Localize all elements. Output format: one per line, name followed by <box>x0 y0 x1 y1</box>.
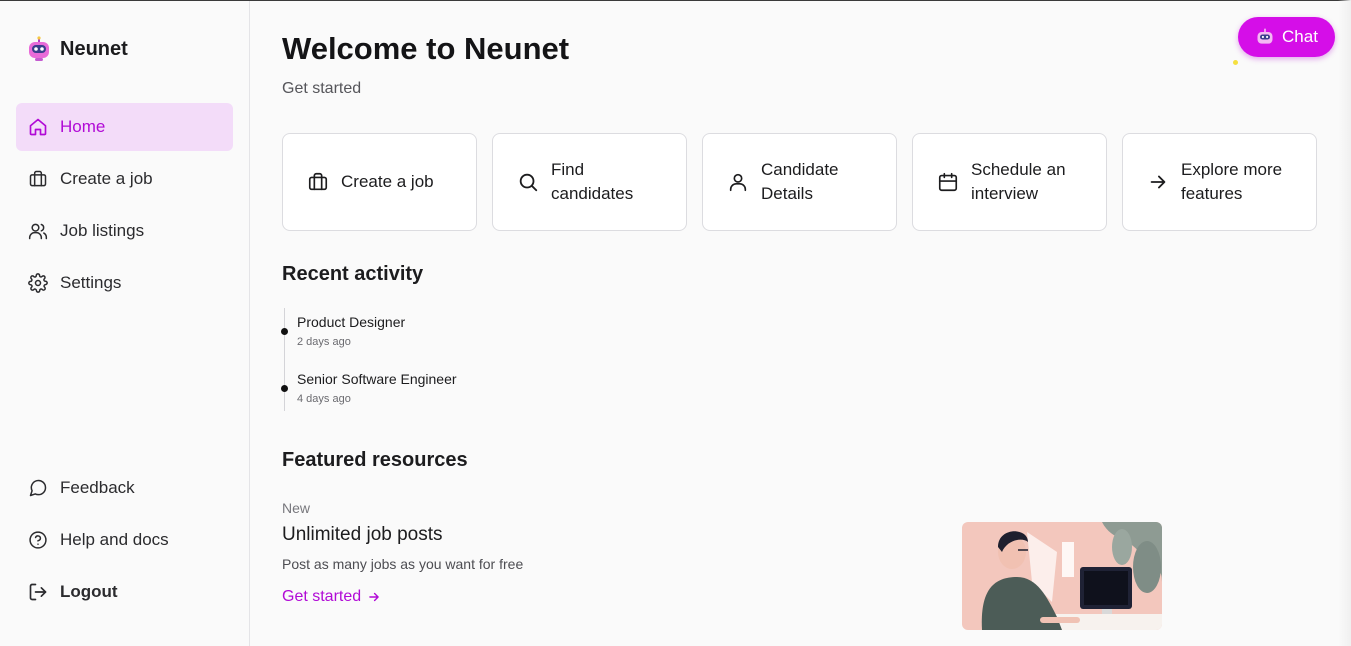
page-subtitle: Get started <box>282 80 362 97</box>
help-icon <box>29 531 47 549</box>
sidebar-item-job-listings[interactable]: Job listings <box>16 207 233 255</box>
quick-action-label: Find candidates <box>551 160 634 203</box>
quick-action-find-candidates[interactable]: Find candidates <box>492 133 687 231</box>
secondary-nav: Feedback Help and docs Logout <box>16 464 233 620</box>
arrow-right-icon <box>1150 175 1166 189</box>
calendar-icon <box>938 172 958 192</box>
quick-actions: Create a job Find candidates Candidate D… <box>282 133 1317 231</box>
timeline-dot <box>281 328 288 335</box>
sidebar: Neunet Home Create a job Job listings Se… <box>0 1 250 646</box>
list-item[interactable]: Senior Software Engineer 4 days ago <box>281 365 684 411</box>
user-icon <box>729 173 747 192</box>
sidebar-item-label: Feedback <box>60 478 135 497</box>
quick-action-label: Create a job <box>341 172 434 191</box>
main-content: Welcome to Neunet Get started Create a j… <box>281 0 1322 646</box>
quick-action-create-job[interactable]: Create a job <box>282 133 477 231</box>
sidebar-item-feedback[interactable]: Feedback <box>16 464 233 512</box>
scroll-shadow <box>1338 0 1351 646</box>
briefcase-icon <box>29 170 47 187</box>
sidebar-item-label: Create a job <box>60 169 153 188</box>
sidebar-item-label: Job listings <box>60 221 145 240</box>
timeline-dot <box>281 385 288 392</box>
quick-action-label: Explore more features <box>1181 160 1283 203</box>
resource-illustration <box>962 522 1162 630</box>
sidebar-item-create-job[interactable]: Create a job <box>16 155 233 203</box>
briefcase-icon <box>308 172 328 191</box>
activity-title: Senior Software Engineer <box>297 371 457 387</box>
recent-activity-heading: Recent activity <box>282 263 424 285</box>
get-started-label: Get started <box>282 588 362 605</box>
new-badge: New <box>282 500 311 516</box>
sidebar-item-label: Help and docs <box>60 530 169 549</box>
brand[interactable]: Neunet <box>26 35 128 63</box>
get-started-link[interactable]: Get started <box>282 588 381 606</box>
robot-logo-icon <box>29 36 49 61</box>
robot-icon <box>1257 28 1273 44</box>
activity-time: 2 days ago <box>297 336 351 348</box>
gear-icon <box>28 273 48 293</box>
quick-action-explore-features[interactable]: Explore more features <box>1122 133 1317 231</box>
main-nav: Home Create a job Job listings Settings <box>16 103 233 311</box>
chat-label: Chat <box>1282 27 1318 46</box>
quick-action-label: Schedule an interview <box>971 160 1066 203</box>
list-item[interactable]: Product Designer 2 days ago <box>281 308 684 365</box>
recent-activity-list: Product Designer 2 days ago Senior Softw… <box>281 308 684 411</box>
quick-action-label: Candidate Details <box>761 160 839 203</box>
home-icon <box>29 118 47 136</box>
message-icon <box>29 479 47 497</box>
activity-time: 4 days ago <box>297 393 351 405</box>
logout-icon <box>29 583 47 601</box>
sidebar-item-label: Logout <box>60 582 118 601</box>
sidebar-item-label: Home <box>60 117 106 136</box>
quick-action-schedule-interview[interactable]: Schedule an interview <box>912 133 1107 231</box>
featured-resources-heading: Featured resources <box>282 449 468 471</box>
search-icon <box>519 173 538 192</box>
resource-title: Unlimited job posts <box>282 524 443 545</box>
arrow-right-icon <box>369 592 379 602</box>
quick-action-candidate-details[interactable]: Candidate Details <box>702 133 897 231</box>
resource-description: Post as many jobs as you want for free <box>282 556 524 572</box>
notification-dot <box>1233 60 1238 65</box>
sidebar-item-help[interactable]: Help and docs <box>16 516 233 564</box>
page-title: Welcome to Neunet <box>282 31 570 66</box>
sidebar-item-label: Settings <box>60 273 122 292</box>
users-icon <box>28 223 48 240</box>
chat-button[interactable]: Chat <box>1238 17 1335 57</box>
sidebar-item-settings[interactable]: Settings <box>16 259 233 307</box>
brand-name: Neunet <box>60 37 128 60</box>
sidebar-item-logout[interactable]: Logout <box>16 568 233 616</box>
activity-title: Product Designer <box>297 314 406 330</box>
sidebar-item-home[interactable]: Home <box>16 103 233 151</box>
